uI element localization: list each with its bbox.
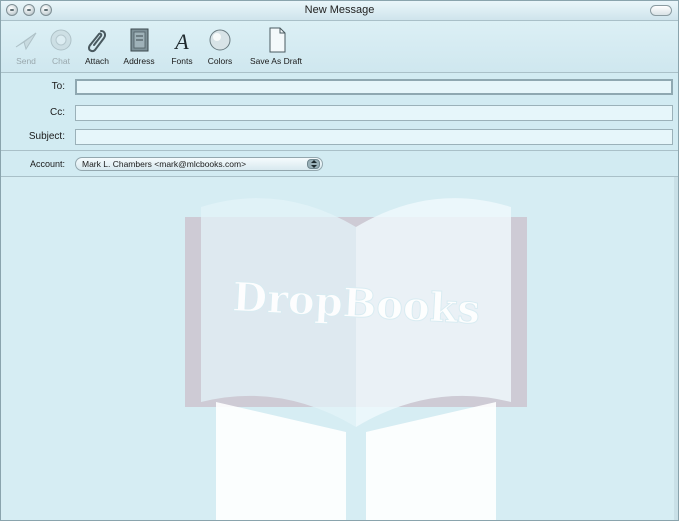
address-button[interactable]: Address (119, 25, 159, 66)
save-as-draft-button[interactable]: Save As Draft (243, 25, 309, 66)
svg-text:DropBooks: DropBooks (231, 274, 481, 334)
svg-text:A: A (173, 29, 189, 54)
window-title: New Message (304, 4, 375, 16)
account-label: Account: (29, 159, 65, 169)
to-label: To: (51, 81, 65, 92)
account-select[interactable]: Mark L. Chambers <mark@mlcbooks.com> (75, 157, 323, 171)
toolbar-toggle-button[interactable] (650, 5, 672, 16)
toolbar: Send Chat Attach Address A Fonts Colors … (1, 21, 678, 73)
send-icon (15, 32, 37, 51)
account-row: Account: Mark L. Chambers <mark@mlcbooks… (1, 151, 678, 177)
subject-field[interactable] (75, 129, 673, 145)
cc-field[interactable] (75, 105, 673, 121)
title-bar[interactable]: New Message (1, 1, 678, 21)
body-scroll-edge (674, 177, 678, 520)
popup-arrows-icon (307, 159, 320, 169)
address-book-icon (130, 28, 149, 52)
colors-button[interactable]: Colors (203, 25, 237, 66)
fonts-button[interactable]: A Fonts (166, 25, 198, 66)
message-body[interactable]: DropBooks (1, 177, 678, 520)
cc-label: Cc: (50, 107, 65, 118)
chat-icon (50, 29, 72, 51)
account-selected-value: Mark L. Chambers <mark@mlcbooks.com> (82, 159, 247, 169)
to-field[interactable] (75, 79, 673, 95)
send-button[interactable]: Send (11, 25, 41, 66)
mail-compose-window: New Message Send Chat Attach Address A F… (0, 0, 679, 521)
dropbooks-watermark-logo: DropBooks (185, 198, 527, 520)
draft-document-icon (269, 27, 286, 53)
subject-label: Subject: (28, 131, 65, 142)
attach-button[interactable]: Attach (81, 25, 113, 66)
font-icon: A (173, 29, 189, 54)
chat-button[interactable]: Chat (46, 25, 76, 66)
color-wheel-icon (209, 29, 231, 51)
paperclip-icon (87, 30, 106, 53)
message-header-fields: To: Cc: Subject: (1, 73, 678, 151)
